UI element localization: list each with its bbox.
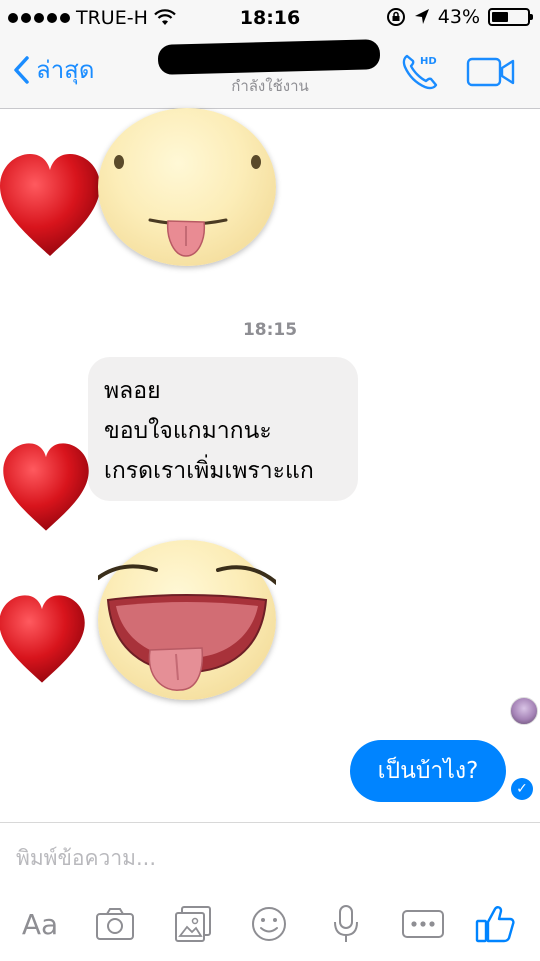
contact-name-redacted[interactable] <box>157 39 381 75</box>
video-call-icon[interactable] <box>466 56 516 88</box>
conversation-header: ล่าสุด กำลังใช้งาน HD <box>0 36 540 109</box>
message-composer: Aa <box>0 822 540 961</box>
heart-icon <box>3 443 89 531</box>
active-status: กำลังใช้งาน <box>231 77 309 95</box>
microphone-icon <box>334 905 358 942</box>
hd-call-icon[interactable]: HD <box>398 50 442 94</box>
like-button[interactable] <box>474 901 516 947</box>
location-arrow-icon <box>414 9 429 24</box>
heart-icon <box>0 595 85 683</box>
status-bar: TRUE-H 18:16 43% <box>0 0 540 36</box>
camera-button[interactable] <box>94 901 136 947</box>
status-right-group: 43% <box>386 6 533 28</box>
thumbs-up-icon <box>475 906 515 943</box>
outgoing-message-bubble[interactable]: เป็นบ้าไง? <box>350 740 506 802</box>
outgoing-message-text: เป็นบ้าไง? <box>377 758 479 784</box>
tongue-face-sticker[interactable] <box>98 108 276 266</box>
laughing-tongue-face-sticker[interactable] <box>96 540 282 700</box>
emoji-button[interactable] <box>248 901 290 947</box>
laughing-face-features <box>96 564 282 691</box>
emoji-icon <box>252 907 286 941</box>
message-line: ขอบใจแกมากนะ <box>104 418 272 444</box>
battery-icon <box>488 8 533 26</box>
heart-icon <box>0 154 100 256</box>
incoming-message-bubble[interactable]: พลอย ขอบใจแกมากนะ เกรดเราเพิ่มเพราะแก <box>88 357 358 501</box>
composer-toolbar: Aa <box>0 901 540 951</box>
text-format-icon[interactable]: Aa <box>18 901 62 947</box>
voice-button[interactable] <box>328 901 364 947</box>
message-input[interactable] <box>14 837 518 879</box>
svg-text:HD: HD <box>420 56 437 67</box>
photo-icon <box>175 906 211 942</box>
more-button[interactable] <box>400 901 446 947</box>
orientation-lock-icon <box>386 8 405 26</box>
message-line: พลอย <box>104 378 161 404</box>
photo-button[interactable] <box>172 901 214 947</box>
tongue-face-features <box>114 155 261 257</box>
delivered-check-icon: ✓ <box>511 778 533 800</box>
seen-avatar <box>510 697 538 725</box>
battery-percent: 43% <box>437 6 480 28</box>
message-line: เกรดเราเพิ่มเพราะแก <box>104 458 314 484</box>
message-timestamp: 18:15 <box>242 320 298 340</box>
more-icon <box>402 910 444 938</box>
camera-icon <box>96 908 134 940</box>
